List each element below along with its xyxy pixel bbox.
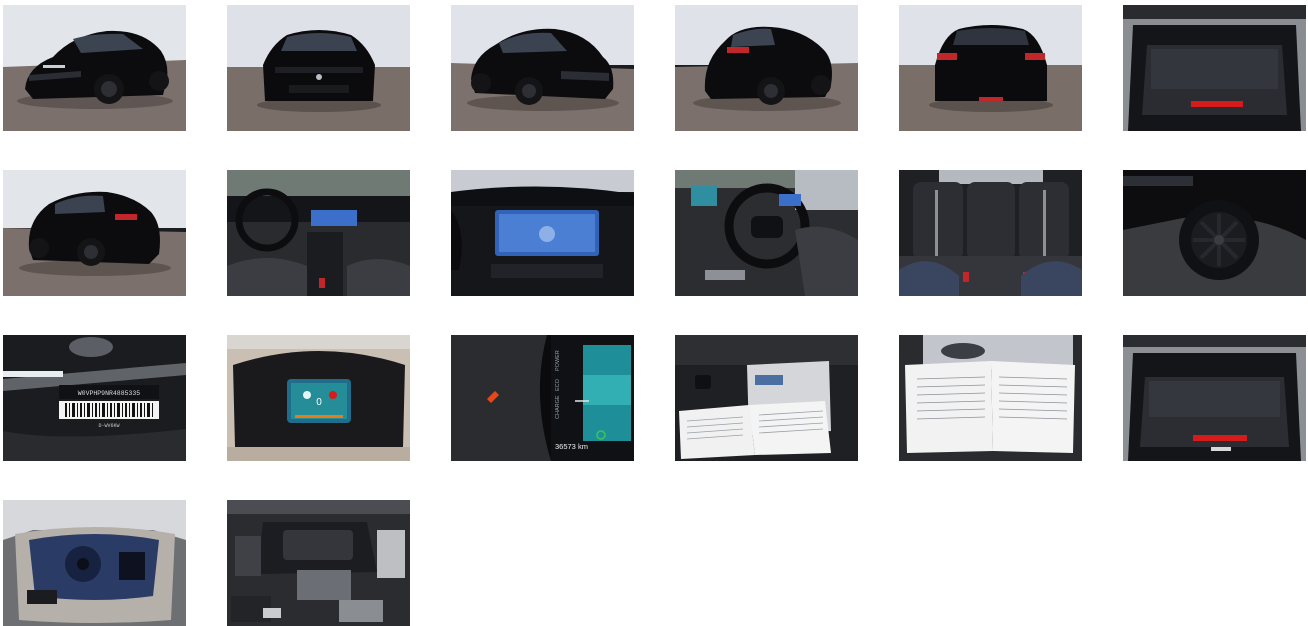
photo-instrument-cluster[interactable]: 0 <box>227 335 410 461</box>
charge-label: CHARGE <box>555 395 561 419</box>
car-photo-image <box>675 5 858 131</box>
power-label: POWER <box>555 350 561 371</box>
interior-photo-image <box>675 170 858 296</box>
vin-subtext: D-WV6KW <box>98 423 119 429</box>
car-photo-image <box>451 5 634 131</box>
odometer-km: 36573 km <box>555 442 588 451</box>
interior-photo-image <box>227 170 410 296</box>
photo-front-three-quarter-left[interactable] <box>3 5 186 131</box>
trunk-photo-image <box>1123 5 1306 131</box>
cluster-photo-image: 0 <box>227 335 410 461</box>
photo-rear-seats[interactable] <box>899 170 1082 296</box>
car-photo-image <box>3 170 186 296</box>
cluster-speed: 0 <box>316 397 322 408</box>
photo-manual-pages[interactable] <box>899 335 1082 461</box>
vin-photo-image: W0VPHP9NR4885335 D-WV6KW <box>3 335 186 461</box>
photo-trunk-open[interactable] <box>1123 5 1306 131</box>
interior-photo-image <box>899 170 1082 296</box>
photo-rear-three-quarter-right[interactable] <box>675 5 858 131</box>
wheel-well-photo-image <box>3 500 186 626</box>
photo-dashboard-interior[interactable] <box>227 170 410 296</box>
photo-trunk-open-2[interactable] <box>1123 335 1306 461</box>
vin-text: W0VPHP9NR4885335 <box>78 390 141 397</box>
manual-photo-image <box>899 335 1082 461</box>
photo-infotainment-screen[interactable] <box>451 170 634 296</box>
photo-gallery: W0VPHP9NR4885335 D-WV6KW 0 CHARGE ECO PO… <box>0 0 1308 626</box>
photo-wheel-closeup[interactable] <box>1123 170 1306 296</box>
engine-photo-image <box>227 500 410 626</box>
photo-rear[interactable] <box>899 5 1082 131</box>
photo-front[interactable] <box>227 5 410 131</box>
photo-engine-bay[interactable] <box>227 500 410 626</box>
screen-photo-image <box>451 170 634 296</box>
booklet-photo-image <box>675 335 858 461</box>
wheel-photo-image <box>1123 170 1306 296</box>
odometer-photo-image: CHARGE ECO POWER 36573 km <box>451 335 634 461</box>
photo-service-booklet-open[interactable] <box>675 335 858 461</box>
photo-steering-wheel[interactable] <box>675 170 858 296</box>
car-photo-image <box>227 5 410 131</box>
photo-vin-label[interactable]: W0VPHP9NR4885335 D-WV6KW <box>3 335 186 461</box>
photo-rear-three-quarter-left[interactable] <box>3 170 186 296</box>
car-photo-image <box>899 5 1082 131</box>
photo-spare-wheel-well[interactable] <box>3 500 186 626</box>
photo-odometer-display[interactable]: CHARGE ECO POWER 36573 km <box>451 335 634 461</box>
eco-label: ECO <box>555 378 561 391</box>
car-photo-image <box>3 5 186 131</box>
photo-front-three-quarter-right[interactable] <box>451 5 634 131</box>
trunk-photo-image <box>1123 335 1306 461</box>
